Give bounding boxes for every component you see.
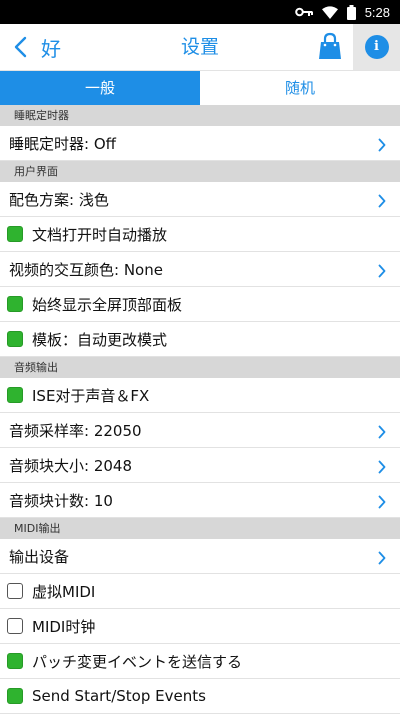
section-header: 用户界面 xyxy=(0,161,400,182)
status-icons: 5:28 xyxy=(294,0,390,24)
setting-label: 音频块计数: 10 xyxy=(9,491,113,510)
setting-label: 始终显示全屏顶部面板 xyxy=(32,295,183,314)
settings-nav-row[interactable]: 输出设备 xyxy=(0,539,400,574)
section-header: 音频输出 xyxy=(0,357,400,378)
chevron-right-icon xyxy=(378,424,386,443)
checkbox-checked[interactable] xyxy=(7,653,23,669)
chevron-right-icon xyxy=(378,425,386,439)
chevron-right-icon xyxy=(378,494,386,513)
chevron-right-icon xyxy=(378,459,386,478)
chevron-right-icon xyxy=(378,263,386,282)
chevron-right-icon xyxy=(378,137,386,156)
info-icon[interactable]: i xyxy=(364,35,389,59)
checkbox-checked[interactable] xyxy=(7,331,23,347)
chevron-right-icon xyxy=(378,495,386,509)
tab-bar: 一般 随机 xyxy=(0,71,400,105)
settings-nav-row[interactable]: 音频采样率: 22050 xyxy=(0,413,400,448)
setting-label: 输出设备 xyxy=(9,547,70,566)
store-button[interactable] xyxy=(316,32,344,62)
setting-label: ISE对于声音＆FX xyxy=(32,386,150,405)
settings-checkbox-row[interactable]: MIDI时钟 xyxy=(0,609,400,644)
setting-label: パッチ変更イベントを送信する xyxy=(32,652,243,671)
settings-checkbox-row[interactable]: 文档打开时自动播放 xyxy=(0,217,400,252)
settings-checkbox-row[interactable]: パッチ変更イベントを送信する xyxy=(0,644,400,679)
chevron-right-icon xyxy=(378,460,386,474)
chevron-right-icon xyxy=(378,264,386,278)
tab-general[interactable]: 一般 xyxy=(0,71,200,105)
chevron-right-icon xyxy=(378,193,386,212)
setting-label: 音频块大小: 2048 xyxy=(9,456,132,475)
setting-label: 模板：自动更改模式 xyxy=(32,330,168,349)
checkbox-checked[interactable] xyxy=(7,296,23,312)
settings-nav-row[interactable]: 音频块计数: 10 xyxy=(0,483,400,518)
settings-nav-row[interactable]: 配色方案: 浅色 xyxy=(0,182,400,217)
settings-nav-row[interactable]: 音频块大小: 2048 xyxy=(0,448,400,483)
settings-nav-row[interactable]: 睡眠定时器: Off xyxy=(0,126,400,161)
settings-checkbox-row[interactable]: ISE对于声音＆FX xyxy=(0,378,400,413)
checkbox-unchecked[interactable] xyxy=(7,583,23,599)
settings-nav-row[interactable]: 视频的交互颜色: None xyxy=(0,252,400,287)
chevron-right-icon xyxy=(378,138,386,152)
info-button-area[interactable]: i xyxy=(353,24,400,70)
checkbox-checked[interactable] xyxy=(7,387,23,403)
setting-label: 音频采样率: 22050 xyxy=(9,421,142,440)
status-bar: 5:28 xyxy=(0,0,400,24)
section-header: 睡眠定时器 xyxy=(0,105,400,126)
settings-list: 睡眠定时器睡眠定时器: Off 用户界面配色方案: 浅色文档打开时自动播放视频的交… xyxy=(0,105,400,714)
key-icon xyxy=(294,7,313,17)
setting-label: 视频的交互颜色: None xyxy=(9,260,163,279)
chevron-right-icon xyxy=(378,551,386,565)
chevron-right-icon xyxy=(378,194,386,208)
tab-random[interactable]: 随机 xyxy=(200,71,400,105)
settings-checkbox-row[interactable]: 虚拟MIDI xyxy=(0,574,400,609)
setting-label: 配色方案: 浅色 xyxy=(9,190,109,209)
section-header: MIDI输出 xyxy=(0,518,400,539)
checkbox-checked[interactable] xyxy=(7,226,23,242)
setting-label: Send Start/Stop Events xyxy=(32,687,206,705)
settings-checkbox-row[interactable]: Send Start/Stop Events xyxy=(0,679,400,714)
setting-label: 睡眠定时器: Off xyxy=(9,134,116,153)
checkbox-unchecked[interactable] xyxy=(7,618,23,634)
shopping-bag-icon xyxy=(319,32,341,59)
settings-checkbox-row[interactable]: 始终显示全屏顶部面板 xyxy=(0,287,400,322)
setting-label: MIDI时钟 xyxy=(32,617,96,636)
wifi-icon xyxy=(321,5,338,19)
checkbox-checked[interactable] xyxy=(7,688,23,704)
setting-label: 虚拟MIDI xyxy=(32,582,96,601)
top-app-bar: 好 设置 i xyxy=(0,24,400,71)
status-time: 5:28 xyxy=(364,4,390,20)
settings-checkbox-row[interactable]: 模板：自动更改模式 xyxy=(0,322,400,357)
battery-icon xyxy=(346,4,356,20)
chevron-right-icon xyxy=(378,550,386,569)
setting-label: 文档打开时自动播放 xyxy=(32,225,168,244)
